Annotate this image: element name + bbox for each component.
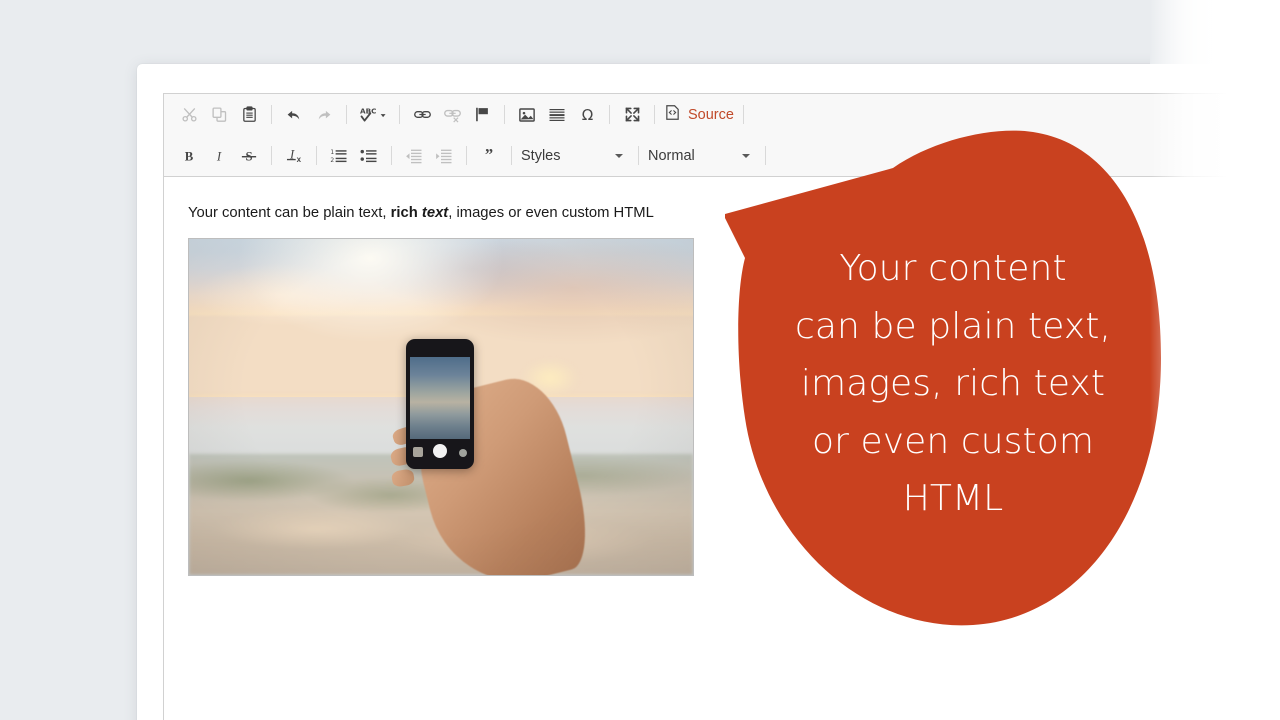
callout-line: can be plain text,	[773, 298, 1133, 356]
paragraph-bold-word: rich	[391, 205, 418, 221]
toolbar-separator	[346, 105, 347, 124]
image-button[interactable]	[512, 102, 542, 128]
callout-speech-bubble: Your content can be plain text, images, …	[723, 118, 1163, 628]
blockquote-button[interactable]: ”	[474, 143, 504, 169]
paste-button[interactable]	[234, 102, 264, 128]
anchor-flag-button[interactable]	[467, 102, 497, 128]
background-right-corner	[1150, 0, 1280, 64]
indent-button[interactable]	[429, 143, 459, 169]
toolbar-separator	[609, 105, 610, 124]
strikethrough-button[interactable]: S	[234, 143, 264, 169]
format-dropdown-label: Normal	[648, 148, 734, 164]
toolbar-separator	[654, 105, 655, 124]
callout-line: Your content	[773, 240, 1133, 298]
svg-text:1: 1	[330, 148, 334, 155]
copy-button[interactable]	[204, 102, 234, 128]
svg-text:ABC: ABC	[360, 107, 376, 116]
toolbar-separator	[511, 146, 512, 165]
undo-button[interactable]	[279, 102, 309, 128]
special-character-button[interactable]: Ω	[572, 102, 602, 128]
link-button[interactable]	[407, 102, 437, 128]
italic-button[interactable]: I	[204, 143, 234, 169]
toolbar-separator	[271, 105, 272, 124]
callout-line: HTML	[773, 470, 1133, 528]
toolbar-separator	[399, 105, 400, 124]
toolbar-separator	[391, 146, 392, 165]
source-code-icon	[664, 104, 681, 126]
cut-button[interactable]	[174, 102, 204, 128]
redo-button[interactable]	[309, 102, 339, 128]
numbered-list-button[interactable]: 1 2	[324, 143, 354, 169]
horizontal-rule-button[interactable]	[542, 102, 572, 128]
svg-text:2: 2	[330, 157, 334, 164]
remove-format-button[interactable]: I x	[279, 143, 309, 169]
chevron-down-icon	[615, 154, 623, 158]
maximize-button[interactable]	[617, 102, 647, 128]
svg-text:Ω: Ω	[581, 106, 593, 124]
paragraph-bold-italic-word: text	[422, 205, 448, 221]
toolbar-separator	[638, 146, 639, 165]
callout-line: or even custom	[773, 413, 1133, 471]
toolbar-separator	[316, 146, 317, 165]
callout-text: Your content can be plain text, images, …	[773, 240, 1133, 528]
paragraph-text-part1: Your content can be plain text,	[188, 205, 391, 221]
styles-dropdown-label: Styles	[521, 148, 607, 164]
svg-text:B: B	[185, 149, 194, 163]
outdent-button[interactable]	[399, 143, 429, 169]
toolbar-separator	[466, 146, 467, 165]
bulleted-list-button[interactable]	[354, 143, 384, 169]
styles-dropdown[interactable]: Styles	[519, 143, 631, 169]
unlink-button[interactable]	[437, 102, 467, 128]
svg-text:”: ”	[485, 147, 493, 164]
spell-check-button[interactable]: ABC	[354, 102, 392, 128]
svg-text:x: x	[296, 155, 301, 164]
paragraph-text-part2: , images or even custom HTML	[448, 205, 654, 221]
photo-vignette	[189, 239, 693, 575]
callout-line: images, rich text	[773, 355, 1133, 413]
toolbar-separator	[504, 105, 505, 124]
toolbar-separator	[271, 146, 272, 165]
bold-button[interactable]: B	[174, 143, 204, 169]
svg-text:I: I	[216, 149, 222, 163]
content-image[interactable]	[188, 238, 694, 576]
